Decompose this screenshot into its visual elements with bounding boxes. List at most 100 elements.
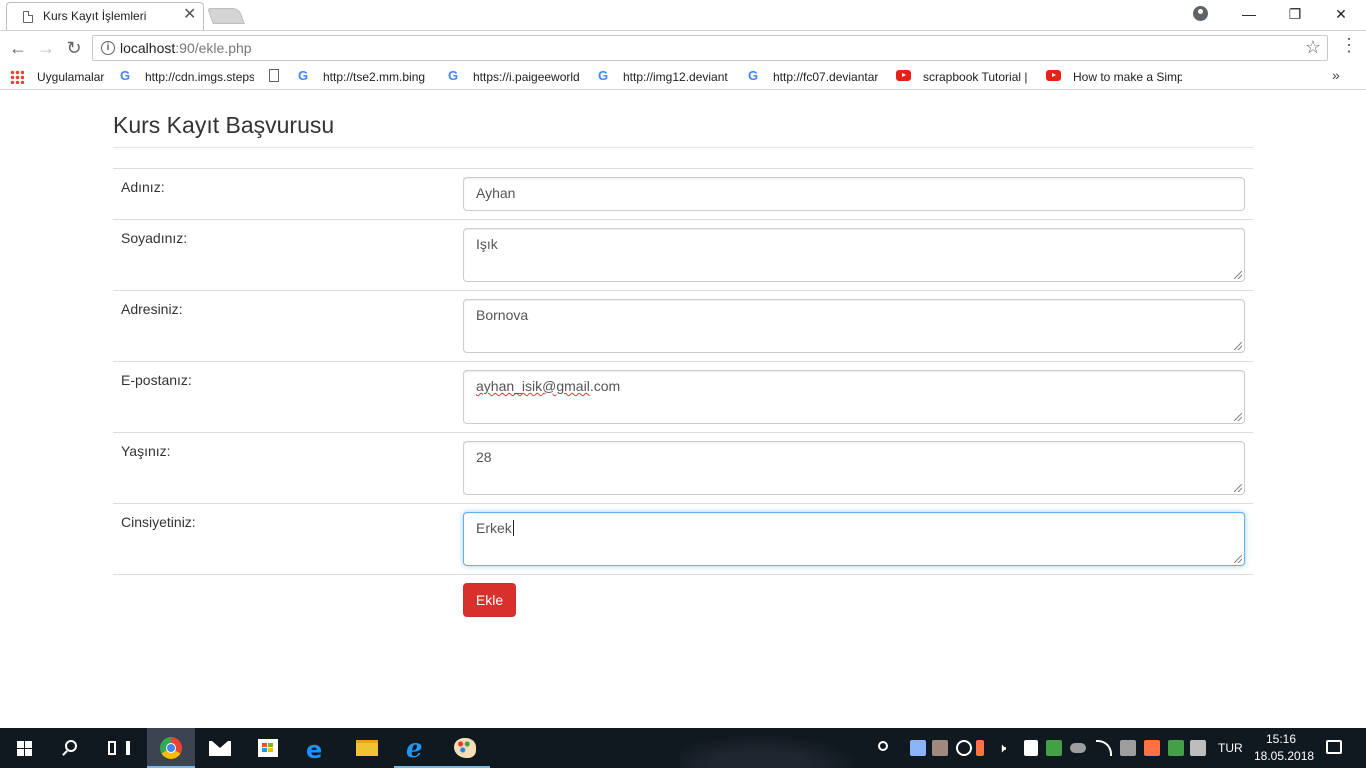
tray-app-icon[interactable] (910, 740, 926, 756)
bookmark-item[interactable]: How to make a Simp (1046, 68, 1182, 86)
onedrive-icon[interactable] (1070, 743, 1086, 753)
field-label: Adınız: (121, 179, 165, 195)
address-bar[interactable]: i localhost:90/ekle.php ☆ (92, 35, 1328, 61)
taskbar-chrome[interactable] (147, 728, 195, 768)
tab-title: Kurs Kayıt İşlemleri (43, 9, 147, 23)
google-icon: G (597, 68, 609, 83)
start-button[interactable] (0, 728, 48, 768)
field-label: Yaşınız: (121, 443, 171, 459)
bookmark-item[interactable]: G http://img12.deviant (596, 68, 732, 86)
text-caret (512, 520, 514, 536)
google-icon: G (747, 68, 759, 83)
volume-muted-icon[interactable]: 🕨 (998, 740, 1014, 756)
field-label: Cinsiyetiniz: (121, 514, 196, 530)
chrome-icon (160, 737, 182, 759)
clock-time[interactable]: 15:16 (1266, 732, 1296, 746)
wallpaper-detail (680, 728, 880, 768)
minimize-button[interactable]: — (1226, 0, 1272, 28)
page-title: Kurs Kayıt Başvurusu (113, 112, 335, 138)
bookmark-item[interactable]: G https://i.paigeeworld (446, 68, 582, 86)
close-window-button[interactable]: ✕ (1318, 0, 1364, 28)
search-button[interactable] (48, 728, 96, 768)
bookmarks-more-icon[interactable]: » (1332, 67, 1340, 83)
forward-arrow-icon[interactable]: → (34, 36, 58, 60)
page-content: Kurs Kayıt Başvurusu Adınız: Ayhan Soyad… (0, 91, 1366, 728)
wireless-broadcast-icon[interactable] (956, 740, 972, 756)
internet-explorer-icon: e (406, 734, 423, 764)
tray-app-icon[interactable] (1190, 740, 1206, 756)
google-icon: G (447, 68, 459, 83)
reload-icon[interactable]: ↻ (62, 36, 86, 60)
page-icon (23, 11, 33, 23)
taskbar-paint[interactable] (442, 728, 490, 768)
profile-icon[interactable] (1193, 6, 1208, 21)
tray-app-icon[interactable] (976, 740, 984, 756)
tab-close-icon[interactable]: ✕ (183, 6, 196, 23)
search-icon (65, 740, 77, 752)
tray-app-icon[interactable] (1144, 740, 1160, 756)
field-label: Soyadınız: (121, 230, 188, 246)
form-row-email: E-postanız: ayhan_isik@gmail.com (113, 361, 1253, 432)
bookmark-item[interactable]: scrapbook Tutorial | (896, 68, 1032, 86)
form-row-surname: Soyadınız: Işık (113, 219, 1253, 290)
gender-textarea[interactable]: Erkek (463, 512, 1245, 566)
bookmark-item[interactable]: G http://tse2.mm.bing (268, 68, 430, 86)
form-row-submit: Ekle (113, 574, 1253, 624)
notification-icon[interactable] (1326, 740, 1342, 754)
wifi-icon[interactable] (1096, 740, 1112, 756)
bookmarks-bar: Uygulamalar G http://cdn.imgs.steps G ht… (0, 64, 1366, 90)
restore-button[interactable]: ❐ (1272, 0, 1318, 28)
browser-titlebar: Kurs Kayıt İşlemleri ✕ — ❐ ✕ (0, 0, 1366, 30)
language-indicator[interactable]: TUR (1218, 741, 1243, 755)
clock-date[interactable]: 18.05.2018 (1254, 749, 1314, 763)
taskbar-edge[interactable]: e (294, 728, 342, 768)
browser-tab-active[interactable]: Kurs Kayıt İşlemleri ✕ (6, 2, 204, 30)
tray-app-icon[interactable] (1120, 740, 1136, 756)
folder-icon (356, 740, 378, 756)
surname-textarea[interactable]: Işık (463, 228, 1245, 282)
google-icon: G (297, 68, 309, 83)
age-textarea[interactable]: 28 (463, 441, 1245, 495)
info-icon[interactable]: i (101, 41, 115, 55)
taskbar-mail[interactable] (196, 728, 244, 768)
form-row-gender: Cinsiyetiniz: Erkek (113, 503, 1253, 574)
taskbar-explorer[interactable] (344, 728, 392, 768)
form-row-age: Yaşınız: 28 (113, 432, 1253, 503)
edge-icon: e (306, 736, 323, 764)
field-label: Adresiniz: (121, 301, 183, 317)
address-textarea[interactable]: Bornova (463, 299, 1245, 353)
taskbar-ie[interactable]: e (394, 728, 442, 768)
youtube-icon (896, 70, 911, 81)
url-text: localhost:90/ekle.php (120, 40, 252, 56)
windows-taskbar: e e 🕨 TUR 15:16 18.05.2018 (0, 728, 1366, 768)
tray-app-icon[interactable] (1168, 740, 1184, 756)
name-input[interactable]: Ayhan (463, 177, 1245, 211)
form-row-name: Adınız: Ayhan (113, 168, 1253, 219)
add-button[interactable]: Ekle (463, 583, 516, 617)
task-view-icon (108, 741, 130, 755)
mail-icon (209, 741, 231, 756)
email-textarea[interactable]: ayhan_isik@gmail.com (463, 370, 1245, 424)
bookmark-item[interactable]: G http://fc07.deviantar (746, 68, 882, 86)
tray-app-icon[interactable] (932, 740, 948, 756)
people-icon[interactable] (878, 741, 888, 751)
bookmark-item[interactable]: G http://cdn.imgs.steps (118, 68, 254, 86)
windows-logo-icon (17, 741, 32, 756)
form-row-address: Adresiniz: Bornova (113, 290, 1253, 361)
field-label: E-postanız: (121, 372, 192, 388)
taskbar-store[interactable] (244, 728, 292, 768)
browser-menu-icon[interactable]: ⋮ (1340, 35, 1358, 56)
store-icon (258, 739, 278, 757)
bookmark-apps[interactable]: Uygulamalar (10, 68, 110, 86)
tray-app-icon[interactable] (1046, 740, 1062, 756)
back-arrow-icon[interactable]: ← (6, 36, 30, 60)
new-tab-button[interactable] (207, 8, 245, 24)
task-view-button[interactable] (96, 728, 144, 768)
google-icon: G (119, 68, 131, 83)
youtube-icon (1046, 70, 1061, 81)
bookmark-star-icon[interactable]: ☆ (1305, 37, 1321, 58)
apps-icon (10, 70, 24, 84)
browser-toolbar: ← → ↻ i localhost:90/ekle.php ☆ ⋮ (0, 30, 1366, 64)
tray-app-icon[interactable] (1024, 740, 1038, 756)
title-divider (113, 147, 1253, 148)
